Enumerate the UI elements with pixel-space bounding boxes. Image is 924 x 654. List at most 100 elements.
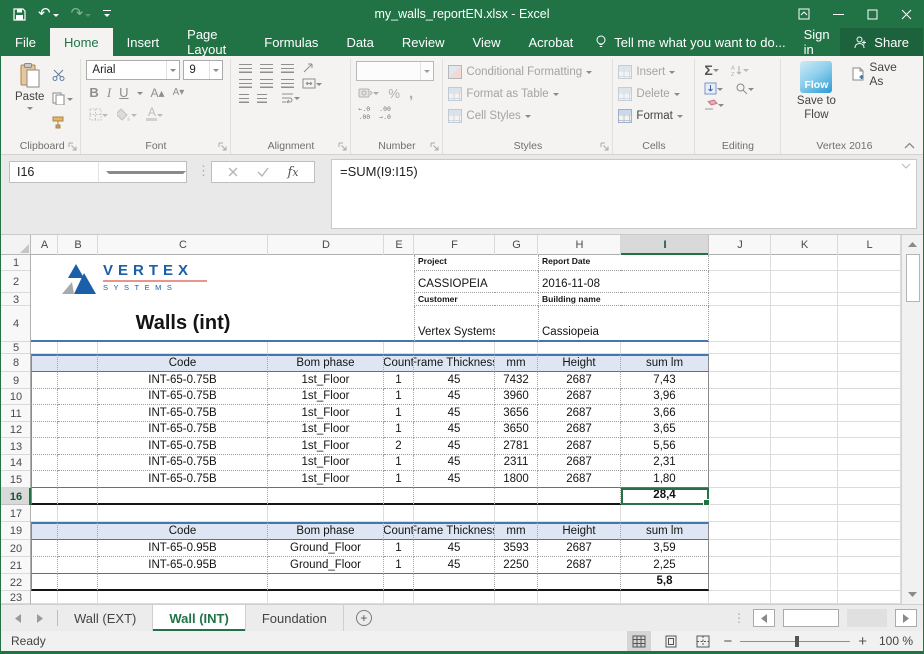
row-header-13[interactable]: 13 bbox=[1, 438, 31, 455]
cell-E9[interactable]: 1 bbox=[384, 372, 414, 389]
cell-D23[interactable] bbox=[268, 591, 384, 604]
row-header-1[interactable]: 1 bbox=[1, 255, 31, 271]
cell-A15[interactable] bbox=[31, 471, 58, 488]
cell-H12[interactable]: 2687 bbox=[538, 422, 621, 438]
page-layout-view-button[interactable] bbox=[659, 631, 683, 651]
cell-H17[interactable] bbox=[538, 505, 621, 522]
row-header-9[interactable]: 9 bbox=[1, 372, 31, 389]
cell-E22[interactable] bbox=[384, 574, 414, 591]
cell-J20[interactable] bbox=[709, 540, 771, 557]
cell-I17[interactable] bbox=[621, 505, 709, 522]
increase-decimal-button[interactable]: ←.0.00 bbox=[358, 105, 370, 121]
delete-cells-button[interactable]: Delete bbox=[618, 84, 682, 103]
cell-F4[interactable]: Vertex Systems UK bbox=[414, 306, 495, 342]
cell-I9[interactable]: 7,43 bbox=[621, 372, 709, 389]
cell-H5[interactable] bbox=[538, 342, 621, 354]
cell-B17[interactable] bbox=[58, 505, 98, 522]
cell-J2[interactable] bbox=[709, 271, 771, 293]
cell-C5[interactable] bbox=[98, 342, 268, 354]
cell-K21[interactable] bbox=[771, 557, 838, 574]
cell-D22[interactable] bbox=[268, 574, 384, 591]
cell-C15[interactable]: INT-65-0.75B bbox=[98, 471, 268, 488]
cell-J17[interactable] bbox=[709, 505, 771, 522]
cell-C23[interactable] bbox=[98, 591, 268, 604]
formula-input[interactable]: =SUM(I9:I15) bbox=[331, 159, 917, 229]
cell-B8[interactable] bbox=[58, 354, 98, 372]
cell-K23[interactable] bbox=[771, 591, 838, 604]
cell-J16[interactable] bbox=[709, 488, 771, 505]
cell-F22[interactable] bbox=[414, 574, 495, 591]
tab-file[interactable]: File bbox=[1, 28, 50, 56]
undo-button[interactable]: ↶ bbox=[38, 5, 59, 23]
scroll-up-icon[interactable] bbox=[902, 235, 923, 253]
cell-C1[interactable] bbox=[98, 255, 268, 271]
cell-J12[interactable] bbox=[709, 422, 771, 438]
column-header-E[interactable]: E bbox=[384, 235, 414, 255]
cell-A11[interactable] bbox=[31, 405, 58, 422]
new-sheet-button[interactable]: + bbox=[344, 605, 384, 631]
row-header-14[interactable]: 14 bbox=[1, 455, 31, 471]
cell-G1[interactable] bbox=[495, 255, 538, 271]
cell-C14[interactable]: INT-65-0.75B bbox=[98, 455, 268, 471]
cell-F8[interactable]: Frame Thickness bbox=[414, 354, 495, 372]
cell-F13[interactable]: 45 bbox=[414, 438, 495, 455]
zoom-slider[interactable] bbox=[740, 641, 850, 642]
cell-C12[interactable]: INT-65-0.75B bbox=[98, 422, 268, 438]
maximize-button[interactable] bbox=[855, 0, 889, 28]
cell-F19[interactable]: Frame Thickness bbox=[414, 522, 495, 540]
sign-in-button[interactable]: Sign in bbox=[794, 28, 841, 56]
cell-J13[interactable] bbox=[709, 438, 771, 455]
save-icon[interactable] bbox=[13, 8, 26, 21]
scroll-right-icon[interactable] bbox=[895, 609, 917, 627]
close-button[interactable] bbox=[889, 0, 923, 28]
cell-B22[interactable] bbox=[58, 574, 98, 591]
sheet-tab-wall-ext[interactable]: Wall (EXT) bbox=[58, 605, 153, 631]
cell-J22[interactable] bbox=[709, 574, 771, 591]
cell-H19[interactable]: Height bbox=[538, 522, 621, 540]
cell-A20[interactable] bbox=[31, 540, 58, 557]
cell-G12[interactable]: 3650 bbox=[495, 422, 538, 438]
cell-L10[interactable] bbox=[838, 389, 901, 405]
increase-indent-button[interactable] bbox=[257, 94, 267, 103]
cell-J3[interactable] bbox=[709, 293, 771, 306]
tab-insert[interactable]: Insert bbox=[113, 28, 174, 56]
increase-font-size-button[interactable]: A▴ bbox=[151, 86, 165, 100]
cell-F17[interactable] bbox=[414, 505, 495, 522]
cell-I20[interactable]: 3,59 bbox=[621, 540, 709, 557]
cell-H10[interactable]: 2687 bbox=[538, 389, 621, 405]
cell-J1[interactable] bbox=[709, 255, 771, 271]
cell-L17[interactable] bbox=[838, 505, 901, 522]
cell-B16[interactable] bbox=[58, 488, 98, 505]
cell-K4[interactable] bbox=[771, 306, 838, 342]
cell-L11[interactable] bbox=[838, 405, 901, 422]
cell-K12[interactable] bbox=[771, 422, 838, 438]
cell-D15[interactable]: 1st_Floor bbox=[268, 471, 384, 488]
cut-button[interactable] bbox=[50, 64, 75, 85]
cell-A5[interactable] bbox=[31, 342, 58, 354]
font-color-button[interactable]: A bbox=[146, 108, 163, 122]
cell-J19[interactable] bbox=[709, 522, 771, 540]
cell-K15[interactable] bbox=[771, 471, 838, 488]
cell-B21[interactable] bbox=[58, 557, 98, 574]
name-box-dropdown-icon[interactable] bbox=[98, 162, 187, 182]
cell-K20[interactable] bbox=[771, 540, 838, 557]
customize-quick-access-icon[interactable] bbox=[103, 10, 111, 19]
vertical-scrollbar[interactable] bbox=[901, 235, 923, 604]
name-box[interactable]: I16 bbox=[9, 161, 187, 183]
align-center-button[interactable] bbox=[260, 79, 273, 88]
cell-B3[interactable] bbox=[58, 293, 98, 306]
tell-me-box[interactable]: Tell me what you want to do... bbox=[587, 28, 793, 56]
cell-E2[interactable] bbox=[384, 271, 414, 293]
cell-A14[interactable] bbox=[31, 455, 58, 471]
cell-A8[interactable] bbox=[31, 354, 58, 372]
cell-J15[interactable] bbox=[709, 471, 771, 488]
tab-view[interactable]: View bbox=[459, 28, 515, 56]
italic-button[interactable]: I bbox=[107, 85, 111, 101]
underline-button[interactable]: U bbox=[119, 85, 128, 100]
cell-K5[interactable] bbox=[771, 342, 838, 354]
cell-I16[interactable]: 28,4 bbox=[621, 488, 709, 505]
cell-K17[interactable] bbox=[771, 505, 838, 522]
percent-style-button[interactable]: % bbox=[388, 86, 400, 101]
cell-E21[interactable]: 1 bbox=[384, 557, 414, 574]
cell-G20[interactable]: 3593 bbox=[495, 540, 538, 557]
